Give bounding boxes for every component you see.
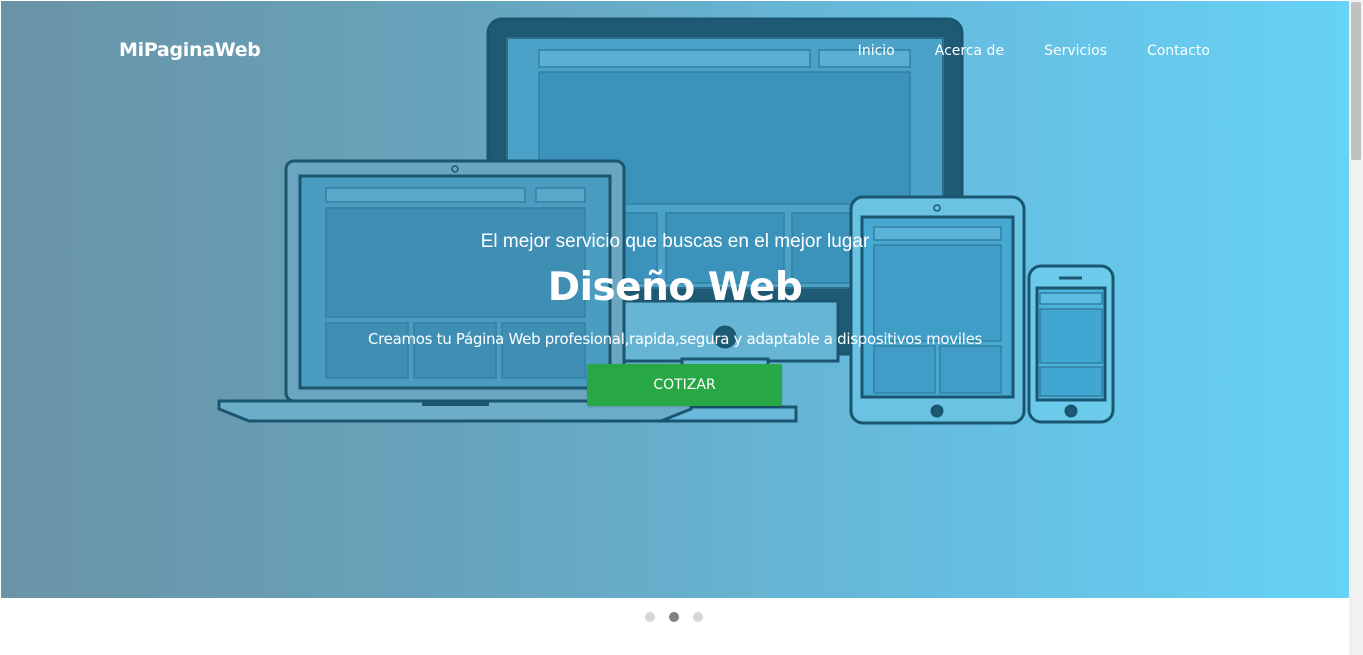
carousel-indicator-2[interactable]: [669, 612, 679, 622]
nav-link-inicio[interactable]: Inicio: [838, 43, 915, 59]
scrollbar-thumb[interactable]: [1351, 2, 1361, 160]
nav-link-servicios[interactable]: Servicios: [1024, 43, 1127, 59]
carousel-indicator-3[interactable]: [693, 612, 703, 622]
nav-link-contacto[interactable]: Contacto: [1127, 43, 1210, 59]
hero-carousel: MiPaginaWeb Inicio Acerca de Servicios C…: [1, 1, 1349, 598]
cotizar-button[interactable]: COTIZAR: [587, 364, 782, 406]
nav-link-acerca-de[interactable]: Acerca de: [915, 43, 1024, 59]
carousel-indicator-1[interactable]: [645, 612, 655, 622]
vertical-scrollbar[interactable]: [1349, 0, 1363, 655]
carousel-indicators: [645, 612, 703, 622]
hero-tagline: El mejor servicio que buscas en el mejor…: [480, 231, 870, 252]
hero-subtitle: Creamos tu Página Web profesional,rapida…: [367, 330, 983, 348]
brand-logo[interactable]: MiPaginaWeb: [119, 39, 261, 61]
nav-links: Inicio Acerca de Servicios Contacto: [838, 43, 1210, 59]
navbar: MiPaginaWeb Inicio Acerca de Servicios C…: [1, 1, 1349, 101]
hero-title: Diseño Web: [547, 265, 803, 310]
page: MiPaginaWeb Inicio Acerca de Servicios C…: [0, 0, 1363, 655]
